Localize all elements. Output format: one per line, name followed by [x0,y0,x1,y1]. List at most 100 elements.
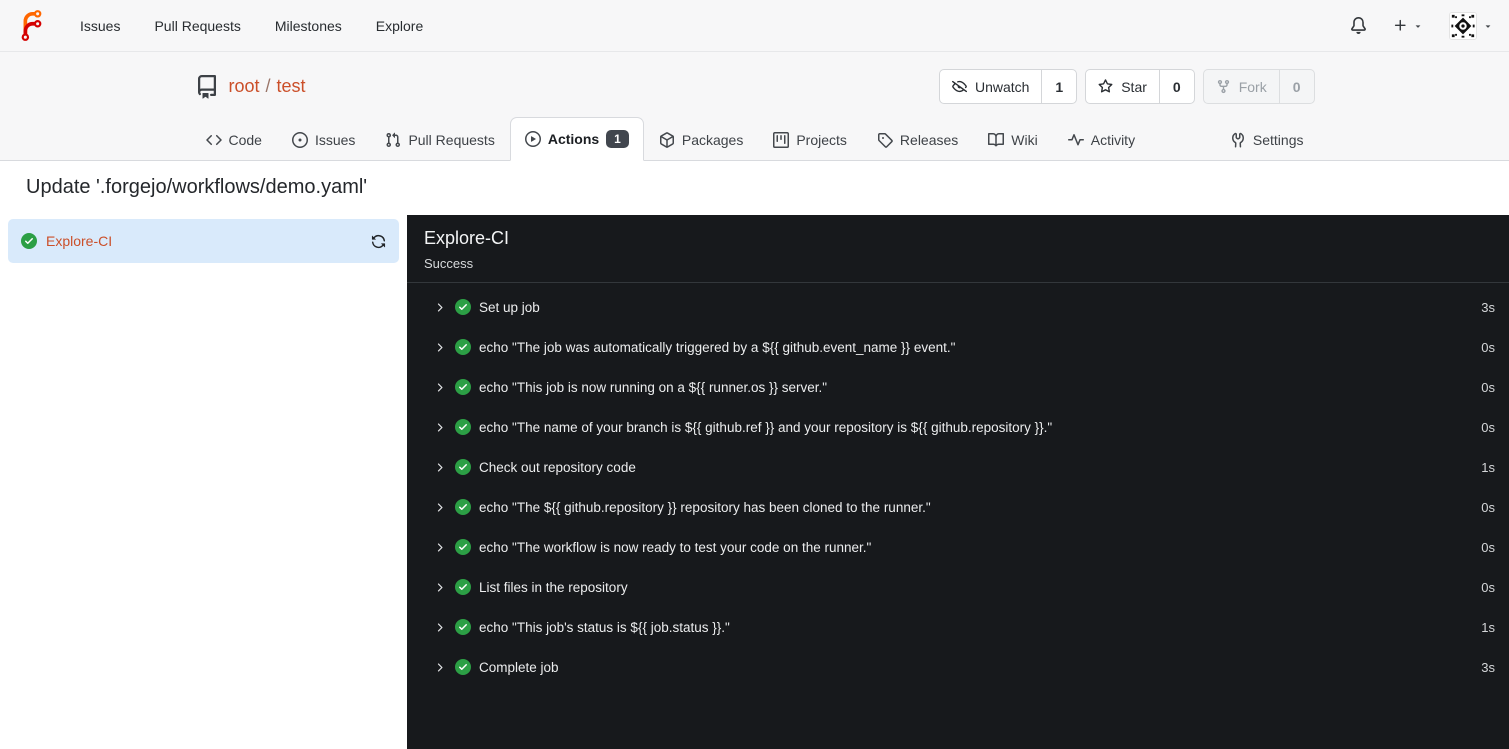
unwatch-button[interactable]: Unwatch [940,70,1043,103]
stars-count[interactable]: 0 [1160,70,1194,103]
repo-action-buttons: Unwatch 1 Star 0 Fork 0 [938,69,1315,104]
tab-pull-requests[interactable]: Pull Requests [370,119,509,161]
repo-tabbar: Code Issues Pull Requests Actions 1 Pack… [0,117,1509,161]
fork-button: Fork [1204,70,1280,103]
triangle-down-icon [1413,21,1423,31]
step-duration: 0s [1481,579,1495,595]
job-log-header: Explore-CI Success [407,215,1509,283]
chevron-right-icon [433,621,446,634]
forgejo-logo[interactable] [16,10,47,41]
top-navbar: Issues Pull Requests Milestones Explore [0,0,1509,52]
repo-name-link[interactable]: test [277,76,306,97]
tab-label: Releases [899,132,959,148]
tab-activity[interactable]: Activity [1053,119,1150,161]
step-row-setup[interactable]: Set up job 3s [407,287,1509,327]
repo-header: root / test Unwatch 1 Star 0 Fork 0 Code… [0,52,1509,161]
watch-button-group: Unwatch 1 [938,69,1078,104]
step-row[interactable]: echo "The ${{ github.repository }} repos… [407,487,1509,527]
panel-job-name: Explore-CI [424,228,510,248]
notifications-button[interactable] [1350,17,1367,34]
user-menu-button[interactable] [1449,11,1493,40]
fork-label: Fork [1238,78,1267,95]
star-button[interactable]: Star [1086,70,1160,103]
tab-packages[interactable]: Packages [644,119,758,161]
repo-path-separator: / [265,76,271,96]
step-row[interactable]: echo "This job's status is ${{ job.statu… [407,607,1509,647]
chevron-right-icon [433,461,446,474]
git-pull-request-icon [385,132,401,148]
tab-label: Wiki [1011,132,1038,148]
step-duration: 0s [1481,339,1495,355]
project-icon [773,132,789,148]
step-duration: 0s [1481,499,1495,515]
create-new-button[interactable] [1393,18,1423,33]
tools-icon [1230,132,1246,148]
chevron-right-icon [433,301,446,314]
step-row-checkout[interactable]: Check out repository code 1s [407,447,1509,487]
step-row-list-files[interactable]: List files in the repository 0s [407,567,1509,607]
step-row[interactable]: echo "This job is now running on a ${{ r… [407,367,1509,407]
jobs-sidebar: Explore-CI [0,215,407,749]
watchers-count[interactable]: 1 [1042,70,1076,103]
tab-releases[interactable]: Releases [862,119,973,161]
step-row[interactable]: echo "The workflow is now ready to test … [407,527,1509,567]
forgejo-logo-icon [21,10,42,41]
code-icon [206,132,222,148]
chevron-right-icon [433,501,446,514]
check-circle-icon [455,499,471,515]
forks-count[interactable]: 0 [1280,70,1314,103]
check-circle-icon [455,459,471,475]
step-name: echo "This job is now running on a ${{ r… [479,379,828,395]
step-name: echo "The ${{ github.repository }} repos… [479,499,931,515]
check-circle-icon [455,659,471,675]
step-name: echo "The name of your branch is ${{ git… [479,419,1053,435]
tab-label: Code [228,132,262,148]
chevron-right-icon [433,661,446,674]
steps-list: Set up job 3s echo "The job was automati… [407,283,1509,691]
nav-pull-requests[interactable]: Pull Requests [137,0,257,52]
step-row[interactable]: echo "The job was automatically triggere… [407,327,1509,367]
step-duration: 3s [1481,659,1495,675]
step-name: echo "The job was automatically triggere… [479,339,956,355]
tab-issues[interactable]: Issues [277,119,370,161]
repo-owner-link[interactable]: root [229,76,260,97]
step-duration: 0s [1481,419,1495,435]
tab-code[interactable]: Code [191,119,277,161]
step-name: echo "This job's status is ${{ job.statu… [479,619,730,635]
fork-button-group: Fork 0 [1202,69,1315,104]
nav-issues[interactable]: Issues [63,0,137,52]
tab-projects[interactable]: Projects [758,119,862,161]
run-view: Explore-CI Explore-CI Success Set up job… [0,215,1509,749]
check-circle-icon [455,299,471,315]
tab-label: Settings [1252,132,1304,148]
check-circle-icon [455,419,471,435]
panel-status-text: Success [424,256,474,271]
check-circle-icon [455,579,471,595]
star-button-group: Star 0 [1085,69,1195,104]
check-circle-icon [455,619,471,635]
job-item-explore-ci[interactable]: Explore-CI [8,219,399,263]
step-duration: 0s [1481,539,1495,555]
step-row-complete[interactable]: Complete job 3s [407,647,1509,687]
nav-explore[interactable]: Explore [359,0,440,52]
tab-label: Pull Requests [408,132,495,148]
tab-label: Projects [796,132,847,148]
check-circle-icon [21,233,37,249]
tab-wiki[interactable]: Wiki [973,119,1052,161]
bell-icon [1350,17,1367,34]
chevron-right-icon [433,421,446,434]
pulse-icon [1068,132,1084,148]
tab-label: Issues [314,132,356,148]
actions-count-badge: 1 [606,130,629,148]
step-duration: 3s [1481,299,1495,315]
triangle-down-icon [1483,21,1493,31]
tab-actions[interactable]: Actions 1 [509,117,644,161]
commit-title: Update '.forgejo/workflows/demo.yaml' [26,176,368,198]
step-duration: 1s [1481,619,1495,635]
tab-settings[interactable]: Settings [1215,119,1319,161]
issue-opened-icon [292,132,308,148]
tab-label: Activity [1090,132,1136,148]
step-row[interactable]: echo "The name of your branch is ${{ git… [407,407,1509,447]
nav-milestones[interactable]: Milestones [258,0,359,52]
rerun-job-button[interactable] [371,234,386,249]
